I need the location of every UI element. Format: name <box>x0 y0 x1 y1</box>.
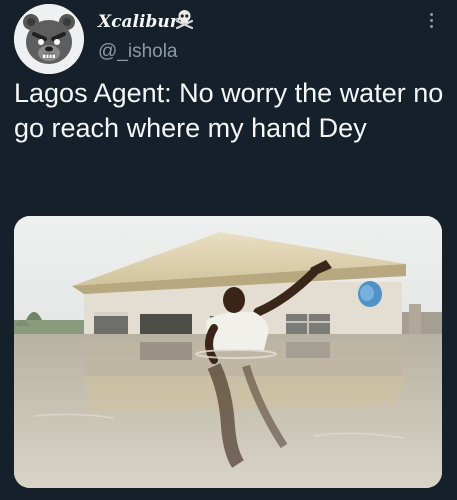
menu-dot <box>429 25 433 28</box>
flooded-house-photo <box>14 216 442 488</box>
avatar[interactable] <box>14 4 84 74</box>
tweet-photo[interactable] <box>14 216 442 488</box>
menu-dot <box>429 19 433 22</box>
menu-dot <box>429 13 433 16</box>
tweet-text: Lagos Agent: No worry the water no go re… <box>14 78 444 143</box>
author-display-name[interactable]: Xcalibur <box>98 12 179 32</box>
tweet: Xcalibur @_ishola Lagos Agent: No worry … <box>0 0 457 500</box>
skull-and-crossbones-icon <box>176 10 193 29</box>
more-vertical-icon[interactable] <box>424 10 438 34</box>
author-handle[interactable]: @_ishola <box>98 41 178 63</box>
angry-bear-avatar-icon <box>14 4 84 74</box>
